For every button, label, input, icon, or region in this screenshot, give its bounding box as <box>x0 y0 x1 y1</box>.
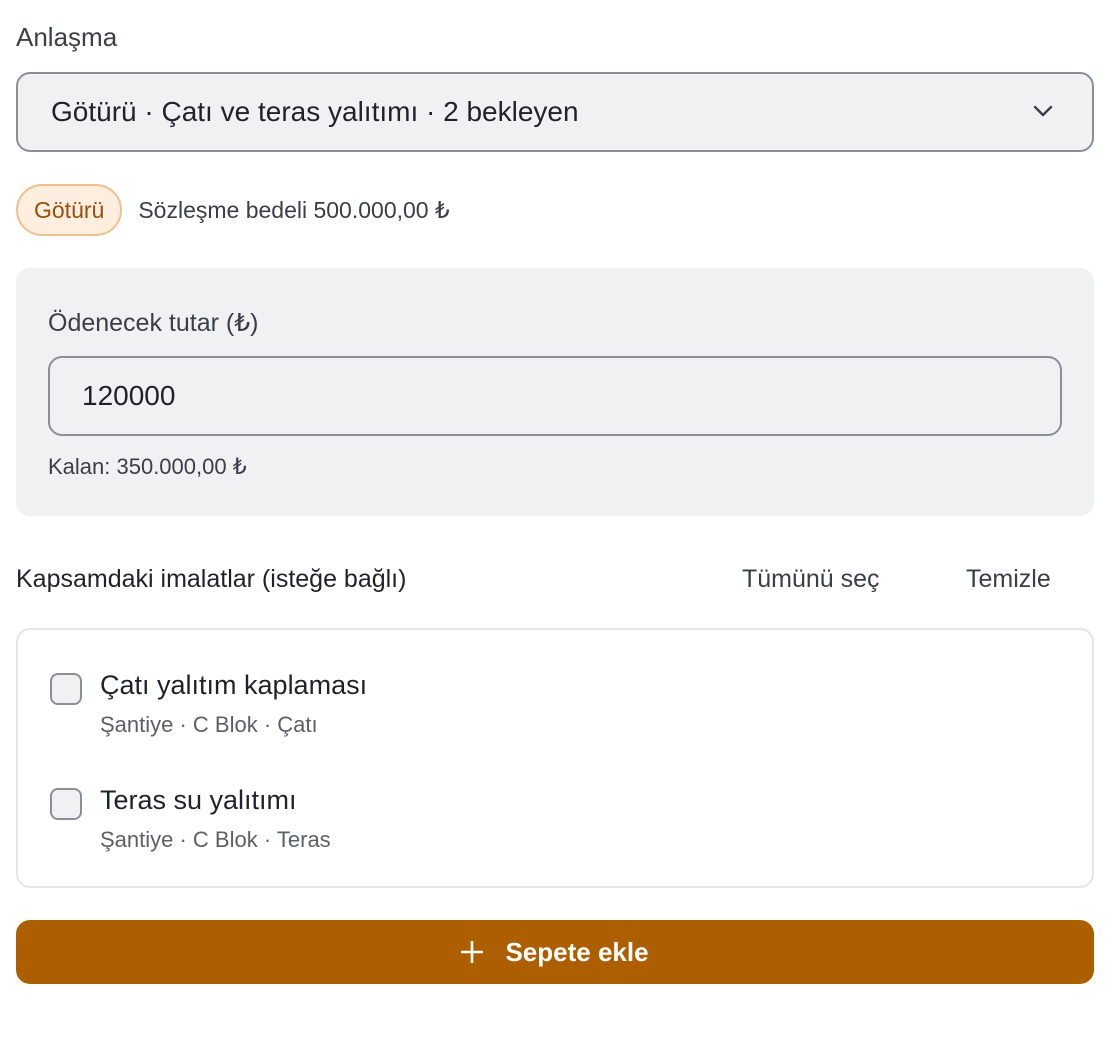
add-to-cart-label: Sepete ekle <box>505 936 649 967</box>
contract-value: Sözleşme bedeli 500.000,00 ₺ <box>138 196 450 223</box>
list-item[interactable]: Çatı yalıtım kaplaması Şantiye · C Blok … <box>50 630 950 737</box>
add-to-cart-button[interactable]: Sepete ekle <box>16 920 1094 984</box>
scope-item-location: Şantiye · C Blok · Çatı <box>100 712 318 737</box>
select-all-button[interactable]: Tümünü seç <box>742 565 880 594</box>
scope-list: Çatı yalıtım kaplaması Şantiye · C Blok … <box>16 628 1094 888</box>
agreement-selected-value: Götürü · Çatı ve teras yalıtımı · 2 bekl… <box>51 96 579 127</box>
contract-meta: Götürü Sözleşme bedeli 500.000,00 ₺ <box>16 184 450 236</box>
amount-card: Ödenecek tutar (₺) Kalan: 350.000,00 ₺ <box>16 268 1094 516</box>
list-item[interactable]: Teras su yalıtımı Şantiye · C Blok · Ter… <box>50 745 950 852</box>
scope-item-name: Teras su yalıtımı <box>100 785 297 815</box>
amount-input[interactable] <box>48 356 1062 436</box>
scope-item-checkbox[interactable] <box>50 788 82 820</box>
scope-title: Kapsamdaki imalatlar (isteğe bağlı) <box>16 565 407 593</box>
remaining-amount: Kalan: 350.000,00 ₺ <box>48 454 247 479</box>
scope-item-location: Şantiye · C Blok · Teras <box>100 827 331 852</box>
agreement-select[interactable]: Götürü · Çatı ve teras yalıtımı · 2 bekl… <box>16 72 1094 152</box>
plus-icon <box>461 941 484 963</box>
contract-type-badge: Götürü <box>16 184 123 236</box>
payment-form: Anlaşma Götürü · Çatı ve teras yalıtımı … <box>0 0 1110 1062</box>
scope-header: Kapsamdaki imalatlar (isteğe bağlı) Tümü… <box>16 565 1094 599</box>
scope-item-checkbox[interactable] <box>50 673 82 705</box>
clear-button[interactable]: Temizle <box>966 565 1051 594</box>
chevron-down-icon <box>1033 105 1053 117</box>
scope-item-name: Çatı yalıtım kaplaması <box>100 670 368 700</box>
amount-label: Ödenecek tutar (₺) <box>48 309 259 337</box>
agreement-label: Anlaşma <box>16 22 118 52</box>
